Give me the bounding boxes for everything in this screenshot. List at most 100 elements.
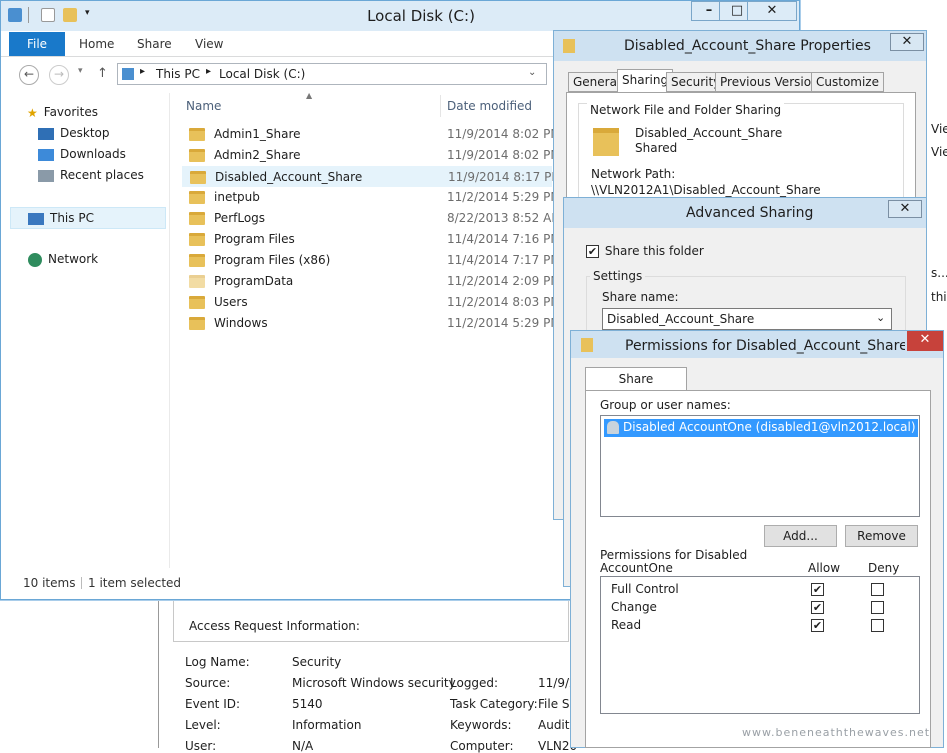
file-row[interactable]: Admin1_Share 11/9/2014 8:02 PM — [182, 124, 561, 145]
file-name: inetpub — [214, 190, 260, 204]
file-date: 11/2/2014 8:03 PM — [447, 295, 561, 309]
allow-change-checkbox[interactable]: ✔ — [811, 601, 824, 614]
allow-full-control-checkbox[interactable]: ✔ — [811, 583, 824, 596]
file-row[interactable]: ProgramData 11/2/2014 2:09 PM — [182, 271, 561, 292]
drive-icon — [8, 8, 22, 22]
selected-user-row[interactable]: Disabled AccountOne (disabled1@vln2012.l… — [604, 419, 918, 437]
permissions-dialog: Permissions for Disabled_Account_Share ✕… — [570, 330, 944, 748]
tab-share-permissions[interactable]: Share Permissions — [585, 367, 687, 408]
advanced-title: Advanced Sharing — [686, 205, 814, 221]
file-name: Windows — [214, 316, 268, 330]
share-folder-label: Share this folder — [604, 244, 704, 258]
advanced-title-bar: Advanced Sharing ✕ — [564, 198, 926, 228]
network-path-value: \\VLN2012A1\Disabled_Account_Share — [591, 183, 821, 197]
nav-favorites-label: Favorites — [43, 105, 98, 119]
file-date: 11/2/2014 5:29 PM — [447, 190, 561, 204]
perm-row-label: Read — [611, 618, 642, 632]
file-row[interactable]: Windows 11/2/2014 5:29 PM — [182, 313, 561, 334]
user-value: N/A — [292, 739, 314, 753]
permissions-title-bar: Permissions for Disabled_Account_Share ✕ — [571, 331, 943, 358]
permissions-title: Permissions for Disabled_Account_Share — [625, 338, 905, 354]
file-name: Program Files (x86) — [214, 253, 331, 267]
qat-divider — [28, 7, 29, 23]
file-date: 11/9/2014 8:02 PM — [447, 127, 561, 141]
nav-desktop[interactable]: Desktop — [38, 123, 110, 143]
folder-icon — [189, 296, 205, 309]
file-row[interactable]: Users 11/2/2014 8:03 PM — [182, 292, 561, 313]
tab-home[interactable]: Home — [79, 32, 114, 56]
column-divider[interactable] — [440, 95, 441, 117]
file-date: 11/2/2014 5:29 PM — [447, 316, 561, 330]
tab-file[interactable]: File — [9, 32, 65, 56]
allow-read-checkbox[interactable]: ✔ — [811, 619, 824, 632]
file-name: PerfLogs — [214, 211, 266, 225]
deny-change-checkbox[interactable] — [871, 601, 884, 614]
deny-full-control-checkbox[interactable] — [871, 583, 884, 596]
tab-sharing[interactable]: Sharing — [617, 69, 674, 93]
tab-share[interactable]: Share — [137, 32, 172, 56]
file-name: ProgramData — [214, 274, 294, 288]
star-icon: ★ — [27, 105, 38, 120]
nav-downloads-label: Downloads — [60, 147, 126, 161]
folder-icon — [190, 171, 206, 184]
file-row[interactable]: Admin2_Share 11/9/2014 8:02 PM — [182, 145, 561, 166]
file-date: 11/4/2014 7:17 PM — [447, 253, 561, 267]
logged-label: Logged: — [450, 676, 499, 690]
status-divider — [81, 577, 82, 589]
nav-downloads[interactable]: Downloads — [38, 144, 126, 164]
nav-this-pc[interactable]: This PC — [28, 208, 94, 228]
tab-view[interactable]: View — [195, 32, 223, 56]
event-details-pane: Access Request Information: — [158, 600, 578, 748]
user-listbox[interactable]: Disabled AccountOne (disabled1@vln2012.l… — [600, 415, 920, 517]
properties-close-button[interactable]: ✕ — [890, 33, 924, 51]
source-label: Source: — [185, 676, 231, 690]
nav-favorites[interactable]: ★ Favorites — [27, 102, 98, 122]
breadcrumb-this-pc[interactable]: This PC — [156, 67, 200, 81]
advanced-close-button[interactable]: ✕ — [888, 200, 922, 218]
address-bar[interactable]: ▸ This PC ▸ Local Disk (C:) ⌄ — [117, 63, 547, 85]
keywords-label: Keywords: — [450, 718, 512, 732]
close-button[interactable]: ✕ — [747, 1, 797, 21]
properties-icon[interactable] — [41, 8, 55, 22]
file-row[interactable]: Program Files 11/4/2014 7:16 PM — [182, 229, 561, 250]
folder-icon — [189, 254, 205, 267]
remove-button[interactable]: Remove — [845, 525, 918, 547]
add-button[interactable]: Add... — [764, 525, 837, 547]
chevron-down-icon[interactable]: ⌄ — [876, 311, 885, 324]
shared-folder-state: Shared — [635, 141, 678, 155]
navigation-pane: ★ Favorites Desktop Downloads Recent plac… — [1, 97, 169, 567]
folder-icon — [189, 275, 205, 288]
permissions-close-button[interactable]: ✕ — [907, 331, 943, 351]
chevron-down-icon[interactable]: ▾ — [85, 8, 90, 18]
share-name-value: Disabled_Account_Share — [607, 312, 755, 326]
share-name-combobox[interactable]: Disabled_Account_Share ⌄ — [602, 308, 892, 330]
nav-network[interactable]: Network — [28, 249, 98, 269]
folder-icon — [593, 128, 619, 156]
file-row[interactable]: inetpub 11/2/2014 5:29 PM — [182, 187, 561, 208]
permissions-for-label-2: AccountOne — [600, 561, 673, 575]
network-icon — [28, 252, 42, 267]
new-folder-icon[interactable] — [63, 8, 77, 22]
file-date: 11/9/2014 8:02 PM — [447, 148, 561, 162]
back-button[interactable]: ← — [19, 65, 39, 85]
chevron-down-icon[interactable]: ⌄ — [528, 67, 536, 78]
up-arrow-icon[interactable]: ↑ — [97, 66, 108, 81]
deny-read-checkbox[interactable] — [871, 619, 884, 632]
file-row[interactable]: Program Files (x86) 11/4/2014 7:17 PM — [182, 250, 561, 271]
file-row[interactable]: PerfLogs 8/22/2013 8:52 AM — [182, 208, 562, 229]
column-header-date[interactable]: Date modified — [447, 97, 532, 117]
breadcrumb-local-disk[interactable]: Local Disk (C:) — [219, 67, 305, 81]
checkbox-checked[interactable]: ✔ — [586, 245, 599, 258]
event-access-request: Access Request Information: — [189, 619, 360, 633]
network-path-label: Network Path: — [591, 167, 676, 181]
tab-customize[interactable]: Customize — [811, 72, 884, 92]
share-folder-checkbox[interactable]: ✔ Share this folder — [586, 244, 704, 258]
file-row-selected[interactable]: Disabled_Account_Share 11/9/2014 8:17 PM — [182, 166, 562, 187]
recent-locations-icon[interactable]: ▾ — [78, 66, 83, 76]
action-fragment: thi — [931, 290, 947, 304]
permissions-for-label-1: Permissions for Disabled — [600, 548, 748, 562]
column-header-name[interactable]: Name — [186, 97, 221, 117]
forward-button[interactable]: → — [49, 65, 69, 85]
nav-recent-places[interactable]: Recent places — [38, 165, 144, 185]
folder-icon — [189, 317, 205, 330]
